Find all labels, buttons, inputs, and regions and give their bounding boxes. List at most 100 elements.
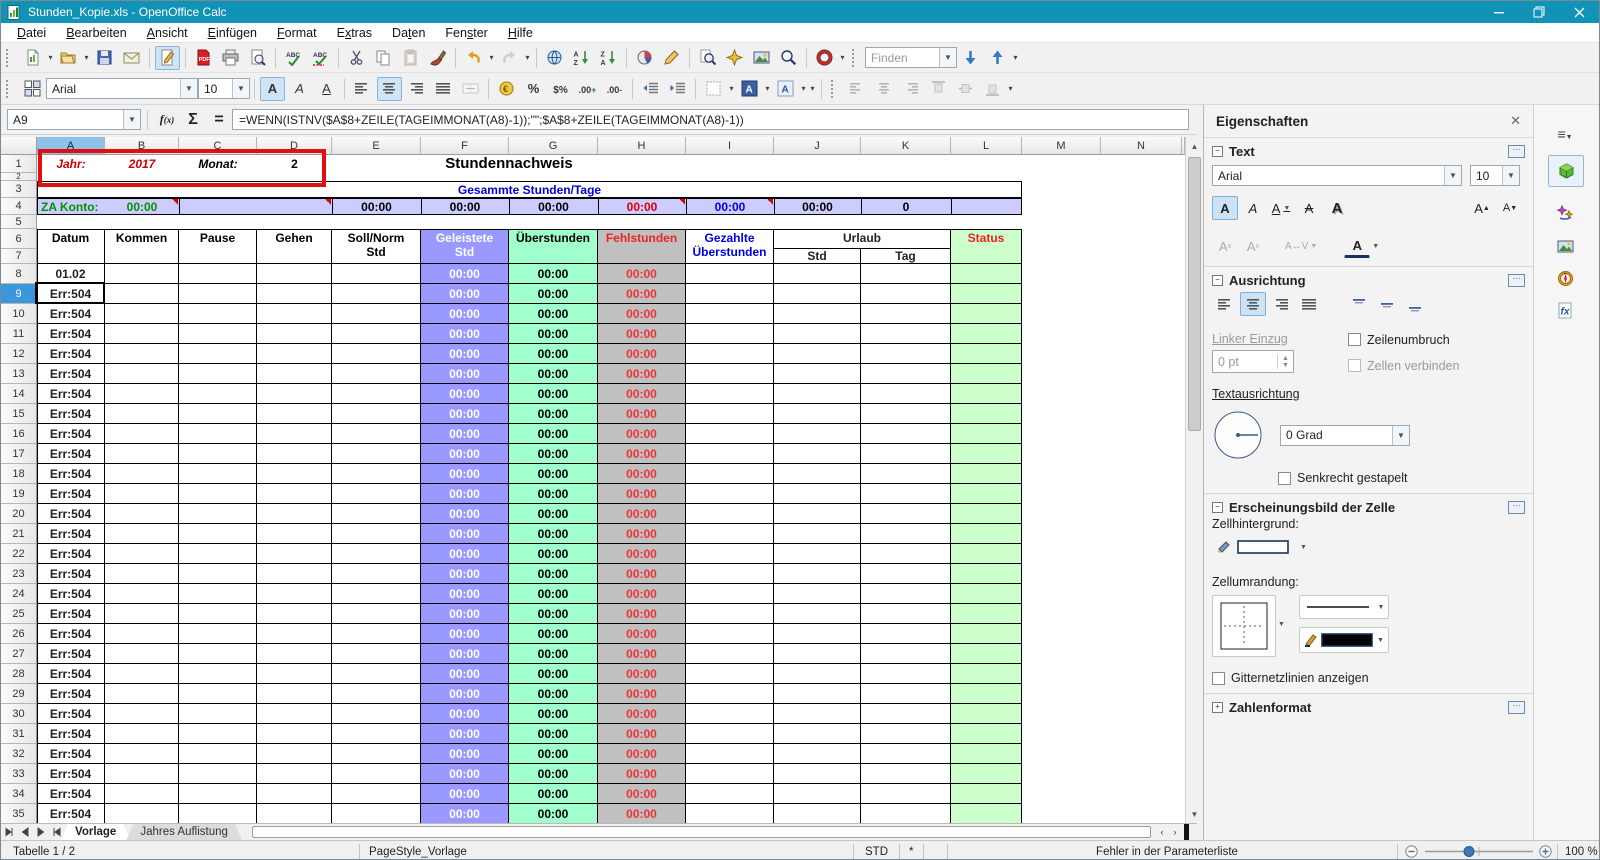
next-sheet-icon[interactable]: [33, 824, 49, 840]
cell-H30[interactable]: 00:00: [598, 704, 686, 724]
cell-F17[interactable]: 00:00: [421, 444, 509, 464]
cell-E17[interactable]: [332, 444, 421, 464]
object-align-left-button[interactable]: [845, 77, 870, 101]
summary-cell-F[interactable]: 00:00: [421, 198, 509, 215]
cell-A35[interactable]: Err:504: [37, 804, 105, 823]
cell-B27[interactable]: [105, 644, 179, 664]
cell-C28[interactable]: [179, 664, 257, 684]
zoom-in-icon[interactable]: [1539, 841, 1552, 859]
new-document-button[interactable]: [20, 46, 45, 70]
sidebar-align-bottom-button[interactable]: [1402, 292, 1428, 316]
cell-E16[interactable]: [332, 424, 421, 444]
toolbar-grip[interactable]: [852, 48, 861, 67]
cell-J12[interactable]: [774, 344, 861, 364]
cell-K20[interactable]: [861, 504, 951, 524]
cell-L32[interactable]: [951, 744, 1022, 764]
table-header-geleistete-std[interactable]: Geleistete Std: [421, 229, 509, 264]
za-konto-label-cell[interactable]: ZA Konto:: [41, 198, 103, 215]
cell-D22[interactable]: [257, 544, 332, 564]
expand-icon[interactable]: +: [1212, 702, 1223, 713]
cell-L28[interactable]: [951, 664, 1022, 684]
cell-H8[interactable]: 00:00: [598, 264, 686, 284]
cell-G33[interactable]: 00:00: [509, 764, 598, 784]
cell-C14[interactable]: [179, 384, 257, 404]
cell-L23[interactable]: [951, 564, 1022, 584]
cell-F12[interactable]: 00:00: [421, 344, 509, 364]
cell-A23[interactable]: Err:504: [37, 564, 105, 584]
cell-F20[interactable]: 00:00: [421, 504, 509, 524]
cell-D19[interactable]: [257, 484, 332, 504]
cell-F34[interactable]: 00:00: [421, 784, 509, 804]
cell-J13[interactable]: [774, 364, 861, 384]
cell-J19[interactable]: [774, 484, 861, 504]
cell-J8[interactable]: [774, 264, 861, 284]
panel-close-icon[interactable]: ✕: [1506, 113, 1525, 129]
italic-button[interactable]: A: [287, 77, 312, 101]
cell-E22[interactable]: [332, 544, 421, 564]
sidebar-character-spacing-button[interactable]: A↔V ▼: [1284, 234, 1318, 258]
cell-H28[interactable]: 00:00: [598, 664, 686, 684]
number-format-dialog-launcher-icon[interactable]: ···: [1508, 701, 1525, 714]
navigator-compass-icon[interactable]: N: [1548, 263, 1582, 293]
cell-H33[interactable]: 00:00: [598, 764, 686, 784]
row-header-16[interactable]: 16: [1, 424, 37, 444]
zoom-slider[interactable]: [1423, 841, 1535, 859]
cell-E9[interactable]: [332, 284, 421, 304]
table-header-fehlstunden[interactable]: Fehlstunden: [598, 229, 686, 264]
cell-D30[interactable]: [257, 704, 332, 724]
cell-G34[interactable]: 00:00: [509, 784, 598, 804]
cell-C10[interactable]: [179, 304, 257, 324]
cell-L11[interactable]: [951, 324, 1022, 344]
row-header-6[interactable]: 6: [1, 229, 37, 249]
hscroll-right-icon[interactable]: ›: [1166, 825, 1184, 839]
column-header-L[interactable]: L: [951, 137, 1022, 155]
cell-K19[interactable]: [861, 484, 951, 504]
cell-F30[interactable]: 00:00: [421, 704, 509, 724]
cell-I22[interactable]: [686, 544, 774, 564]
cell-I9[interactable]: [686, 284, 774, 304]
summary-cell-E[interactable]: 00:00: [332, 198, 421, 215]
cell-G27[interactable]: 00:00: [509, 644, 598, 664]
row-header-21[interactable]: 21: [1, 524, 37, 544]
cell-J31[interactable]: [774, 724, 861, 744]
cell-C25[interactable]: [179, 604, 257, 624]
cell-A33[interactable]: Err:504: [37, 764, 105, 784]
find-down-button[interactable]: [958, 46, 983, 70]
name-box[interactable]: A9 ▼: [7, 109, 141, 130]
copy-button[interactable]: [371, 46, 396, 70]
cell-H11[interactable]: 00:00: [598, 324, 686, 344]
cell-D13[interactable]: [257, 364, 332, 384]
cell-K24[interactable]: [861, 584, 951, 604]
functions-fx-icon[interactable]: fx: [1548, 295, 1582, 325]
cell-G21[interactable]: 00:00: [509, 524, 598, 544]
toolbar-grip[interactable]: [6, 48, 15, 67]
cell-B19[interactable]: [105, 484, 179, 504]
email-button[interactable]: [119, 46, 144, 70]
toolbar-overflow-icon[interactable]: ▾: [1011, 46, 1020, 70]
cell-K16[interactable]: [861, 424, 951, 444]
cell-G25[interactable]: 00:00: [509, 604, 598, 624]
cell-I26[interactable]: [686, 624, 774, 644]
cell-D24[interactable]: [257, 584, 332, 604]
table-header-gezahlte-ueberstunden[interactable]: Gezahlte Überstunden: [686, 229, 774, 264]
cell-E23[interactable]: [332, 564, 421, 584]
collapse-icon[interactable]: −: [1212, 275, 1223, 286]
cell-K25[interactable]: [861, 604, 951, 624]
cell-E14[interactable]: [332, 384, 421, 404]
alignment-dialog-launcher-icon[interactable]: ···: [1508, 274, 1525, 287]
save-button[interactable]: [92, 46, 117, 70]
cell-B9[interactable]: [105, 284, 179, 304]
cell-C35[interactable]: [179, 804, 257, 823]
cell-J30[interactable]: [774, 704, 861, 724]
horizontal-scrollbar-thumb[interactable]: [251, 826, 1151, 838]
object-align-top-button[interactable]: [926, 77, 951, 101]
cell-L29[interactable]: [951, 684, 1022, 704]
cell-L22[interactable]: [951, 544, 1022, 564]
cell-I16[interactable]: [686, 424, 774, 444]
cell-F23[interactable]: 00:00: [421, 564, 509, 584]
cell-F16[interactable]: 00:00: [421, 424, 509, 444]
cell-A12[interactable]: Err:504: [37, 344, 105, 364]
cell-E24[interactable]: [332, 584, 421, 604]
cell-I32[interactable]: [686, 744, 774, 764]
cell-E35[interactable]: [332, 804, 421, 823]
